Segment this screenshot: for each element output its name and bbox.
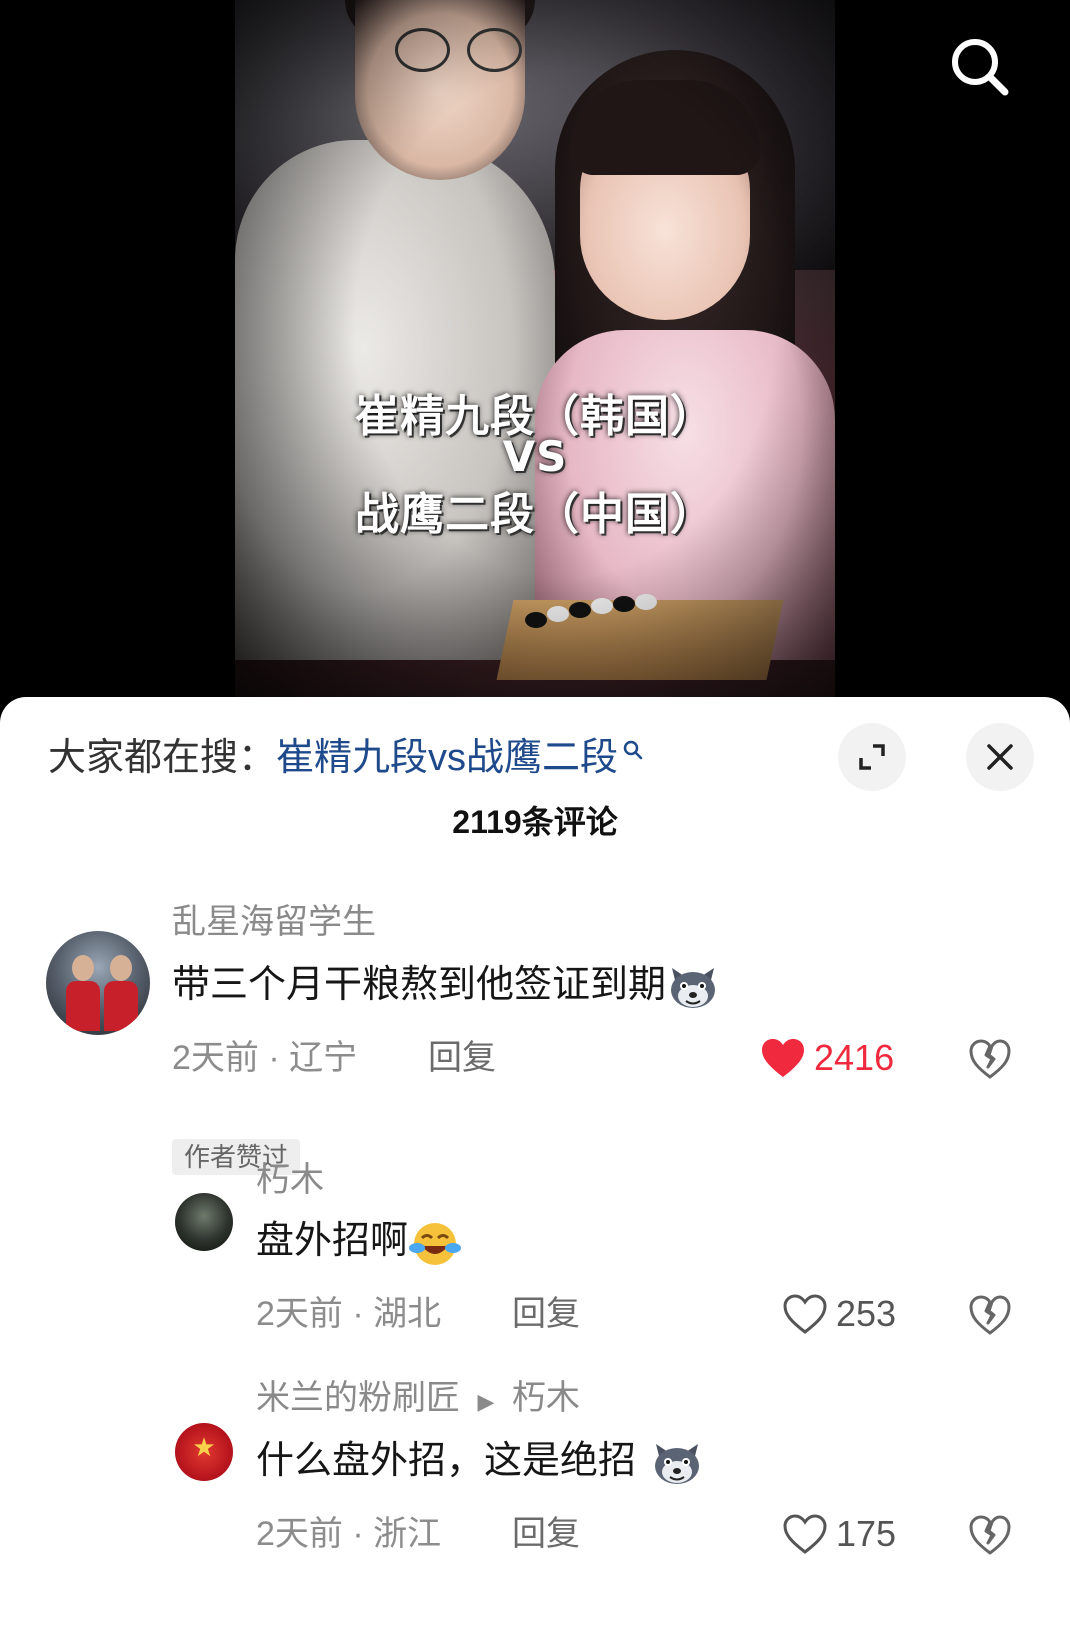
dislike-button[interactable] [968,1513,1012,1557]
reply-location: 浙江 [373,1515,442,1553]
crying-laughing-emoji-icon [409,1222,462,1265]
reply-button[interactable]: 回复 [428,1037,496,1079]
reply-meta: 2天前 · 浙江 [256,1515,442,1553]
heart-outline-icon [783,1294,827,1334]
close-button[interactable] [966,723,1034,791]
reply-location: 湖北 [373,1295,442,1333]
reply-button[interactable]: 回复 [512,1513,580,1555]
like-count: 253 [836,1293,897,1334]
like-button[interactable]: 175 [782,1509,896,1559]
video-frame [235,0,835,720]
like-count: 2416 [814,1037,895,1078]
broken-heart-icon [969,1039,1011,1079]
reply-body: 什么盘外招，这是绝招 [256,1437,704,1488]
expand-icon [859,744,885,770]
comment-sheet: 大家都在搜：崔精九段vs战鹰二段 2119条评论 乱星海留学生 带三个月干粮熬到… [0,697,1070,1626]
avatar[interactable]: ★ [175,1423,233,1481]
like-button[interactable]: 2416 [760,1033,894,1083]
trending-query-link[interactable]: 崔精九段vs战鹰二段 [276,737,618,779]
reply-time: 2天前 [256,1515,343,1553]
heart-outline-icon [783,1514,827,1554]
reply-meta: 2天前 · 湖北 [256,1295,442,1333]
dislike-button[interactable] [968,1293,1012,1337]
like-button[interactable]: 253 [782,1289,896,1339]
comment-time: 2天前 [172,1039,259,1077]
dislike-button[interactable] [968,1037,1012,1081]
video-player[interactable]: 崔精九段（韩国） VS 战鹰二段（中国） [0,0,1070,720]
wolf-emoji-icon [671,967,716,1008]
comment-meta: 2天前 · 辽宁 [172,1039,358,1077]
like-count: 175 [836,1513,897,1554]
heart-filled-icon [762,1039,804,1077]
search-icon [952,39,1009,96]
trending-prefix: 大家都在搜： [48,737,277,779]
broken-heart-icon [969,1295,1011,1335]
reply-to-author[interactable]: 朽木 [512,1379,580,1417]
small-search-icon [623,740,643,760]
trending-search[interactable]: 大家都在搜：崔精九段vs战鹰二段 [48,735,644,781]
reply-author-line: 米兰的粉刷匠 ▶ 朽木 [256,1377,580,1423]
reply-author[interactable]: 米兰的粉刷匠 [256,1379,460,1417]
video-title-vs: VS [502,432,568,481]
wolf-emoji-icon [655,1443,700,1484]
search-button[interactable] [945,32,1015,102]
avatar[interactable] [46,931,150,1035]
reply-arrow-icon: ▶ [477,1389,495,1414]
reply-text: 盘外招啊 [256,1220,409,1262]
reply-time: 2天前 [256,1295,343,1333]
comment-text: 带三个月干粮熬到他签证到期 [172,964,667,1006]
close-icon [987,744,1013,770]
comment-count: 2119条评论 [452,804,618,840]
avatar[interactable] [175,1193,233,1251]
video-title-line2: 战鹰二段（中国） [355,489,715,540]
comment-body: 带三个月干粮熬到他签证到期 [172,961,720,1012]
reply-body: 盘外招啊 [256,1217,462,1268]
comment-author[interactable]: 乱星海留学生 [172,901,376,943]
reply-author[interactable]: 朽木 [256,1159,324,1201]
broken-heart-icon [969,1515,1011,1555]
comment-location: 辽宁 [289,1039,358,1077]
reply-text: 什么盘外招，这是绝招 [256,1440,637,1482]
expand-button[interactable] [838,723,906,791]
reply-button[interactable]: 回复 [512,1293,580,1335]
